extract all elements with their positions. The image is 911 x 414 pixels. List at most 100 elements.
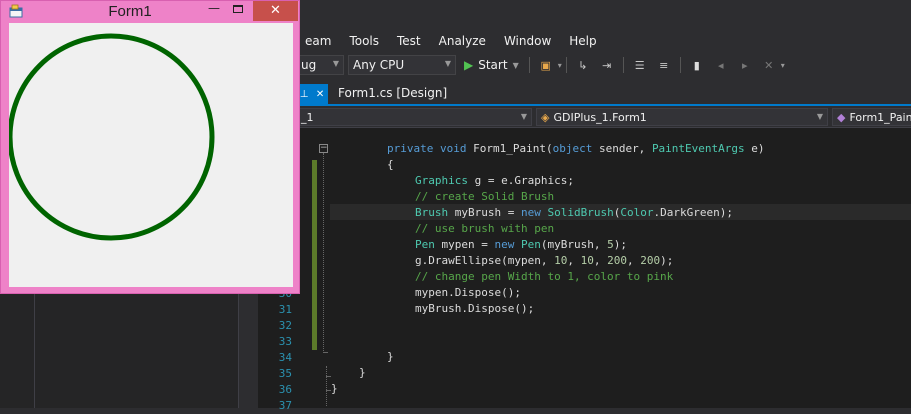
line-number: 36 bbox=[278, 383, 292, 396]
change-tracking-bar bbox=[312, 160, 317, 350]
bookmark-icon[interactable]: ▮ bbox=[689, 57, 705, 73]
line-number: 31 bbox=[278, 303, 292, 316]
toolbar-separator bbox=[679, 57, 681, 73]
code-line: } bbox=[387, 350, 394, 363]
project-dropdown[interactable]: _1 ▼ bbox=[296, 108, 532, 126]
chevron-down-icon[interactable]: ▾ bbox=[558, 61, 562, 70]
chevron-down-icon: ▼ bbox=[520, 112, 527, 121]
code-line: mypen.Dispose(); bbox=[415, 286, 521, 299]
code-line: private void Form1_Paint(object sender, … bbox=[387, 141, 765, 157]
navigation-bar: _1 ▼ ◈ GDIPlus_1.Form1 ▼ ◆ Form1_Pain bbox=[296, 106, 911, 128]
prev-bookmark-icon[interactable]: ◂ bbox=[713, 57, 729, 73]
solution-subpanel bbox=[34, 292, 238, 408]
close-button[interactable]: ✕ bbox=[253, 1, 298, 21]
code-text: Form1_Paint( bbox=[466, 142, 553, 155]
start-button[interactable]: ▶ Start ▼ bbox=[464, 58, 519, 72]
find-icon[interactable]: ▣ bbox=[538, 57, 554, 73]
member-dropdown[interactable]: ◆ Form1_Pain bbox=[832, 108, 911, 126]
toolbar-separator bbox=[528, 57, 530, 73]
code-line: Brush myBrush = new SolidBrush(Color.Dar… bbox=[415, 205, 733, 221]
class-value: GDIPlus_1.Form1 bbox=[553, 110, 647, 124]
code-line: Pen mypen = new Pen(myBrush, 5); bbox=[415, 237, 627, 253]
code-editor[interactable]: − 30 31 32 33 34 35 36 37 private void F… bbox=[258, 128, 911, 412]
code-type: Pen bbox=[415, 238, 435, 251]
code-type: Pen bbox=[520, 238, 541, 251]
code-text: (myBrush, bbox=[540, 238, 608, 251]
play-icon: ▶ bbox=[464, 58, 474, 72]
step-into-icon[interactable]: ↳ bbox=[575, 57, 591, 73]
code-line: g.DrawEllipse(mypen, 10, 10, 200, 200); bbox=[415, 253, 673, 269]
tab-form1-cs[interactable]: ⊥ ✕ bbox=[296, 84, 328, 104]
line-number: 35 bbox=[278, 367, 292, 380]
project-value: _1 bbox=[301, 110, 314, 124]
code-comment: // change pen Width to 1, color to pink bbox=[415, 270, 674, 283]
outline-guide bbox=[326, 366, 327, 406]
code-type: Graphics bbox=[415, 174, 468, 187]
menu-team[interactable]: eam bbox=[296, 30, 340, 52]
code-text: sender, bbox=[592, 142, 652, 155]
code-line: myBrush.Dispose(); bbox=[415, 302, 535, 315]
platform-dropdown[interactable]: Any CPU ▼ bbox=[348, 55, 456, 75]
step-over-icon[interactable]: ⇥ bbox=[599, 57, 615, 73]
line-number: 34 bbox=[278, 351, 292, 364]
menu-help[interactable]: Help bbox=[560, 30, 605, 52]
outline-guide bbox=[326, 376, 331, 377]
code-comment: // create Solid Brush bbox=[415, 190, 555, 203]
code-text: , bbox=[593, 254, 608, 267]
clear-bookmarks-icon[interactable]: ✕ bbox=[761, 57, 777, 73]
class-icon: ◈ bbox=[541, 110, 550, 124]
minimize-icon[interactable]: — bbox=[206, 2, 222, 17]
code-text: , bbox=[567, 254, 581, 267]
menu-analyze[interactable]: Analyze bbox=[430, 30, 495, 52]
menu-tools[interactable]: Tools bbox=[340, 30, 388, 52]
line-number: 32 bbox=[278, 319, 292, 332]
outline-guide bbox=[323, 352, 328, 353]
code-type: SolidBrush bbox=[547, 206, 614, 219]
start-label: Start bbox=[478, 58, 508, 72]
code-number: 200 bbox=[640, 254, 661, 267]
code-keyword: void bbox=[439, 142, 467, 155]
code-type: Brush bbox=[415, 206, 449, 219]
code-text: mypen = bbox=[434, 238, 495, 251]
code-line: Graphics g = e.Graphics; bbox=[415, 173, 574, 189]
chevron-down-icon[interactable]: ▾ bbox=[781, 61, 785, 70]
close-tab-icon[interactable]: ✕ bbox=[316, 89, 324, 100]
tab-form1-design[interactable]: Form1.cs [Design] bbox=[338, 86, 447, 100]
line-number: 33 bbox=[278, 335, 292, 348]
code-keyword: new bbox=[520, 206, 541, 219]
maximize-icon[interactable] bbox=[233, 5, 243, 13]
class-dropdown[interactable]: ◈ GDIPlus_1.Form1 ▼ bbox=[536, 108, 828, 126]
standard-toolbar: ug ▼ Any CPU ▼ ▶ Start ▼ ▣ ▾ ↳ ⇥ ☰ ≡ ▮ ◂… bbox=[296, 52, 911, 78]
code-keyword: object bbox=[552, 142, 593, 155]
toolbar-separator bbox=[565, 57, 567, 73]
code-text: g = e.Graphics; bbox=[467, 174, 574, 187]
code-text: myBrush = bbox=[448, 206, 521, 219]
code-text: .DarkGreen); bbox=[653, 206, 733, 219]
code-number: 200 bbox=[607, 254, 627, 267]
code-comment: // use brush with pen bbox=[415, 222, 555, 235]
code-text: e) bbox=[744, 142, 765, 155]
chevron-down-icon: ▼ bbox=[444, 59, 451, 68]
next-bookmark-icon[interactable]: ▸ bbox=[737, 57, 753, 73]
menu-bar: eam Tools Test Analyze Window Help bbox=[296, 30, 606, 52]
menu-window[interactable]: Window bbox=[495, 30, 560, 52]
uncomment-icon[interactable]: ≡ bbox=[656, 57, 672, 73]
menu-test[interactable]: Test bbox=[388, 30, 430, 52]
code-type: PaintEventArgs bbox=[651, 142, 745, 155]
comment-icon[interactable]: ☰ bbox=[632, 57, 648, 73]
code-line: { bbox=[387, 158, 394, 171]
form-title-bar[interactable]: Form1 — ✕ bbox=[1, 1, 299, 23]
form1-window[interactable]: Form1 — ✕ bbox=[0, 0, 300, 294]
code-keyword: new bbox=[494, 238, 515, 251]
configuration-dropdown[interactable]: ug ▼ bbox=[296, 55, 344, 75]
code-text: g.DrawEllipse(mypen, bbox=[415, 254, 555, 267]
dark-green-ellipse bbox=[7, 33, 215, 241]
chevron-down-icon: ▼ bbox=[512, 60, 519, 70]
code-text: , bbox=[626, 254, 641, 267]
code-number: 10 bbox=[554, 254, 568, 267]
chevron-down-icon: ▼ bbox=[332, 59, 339, 68]
collapse-icon[interactable]: − bbox=[319, 144, 328, 153]
panel-splitter[interactable] bbox=[238, 292, 258, 408]
form-client-area bbox=[7, 23, 293, 287]
pin-icon[interactable]: ⊥ bbox=[300, 89, 309, 100]
